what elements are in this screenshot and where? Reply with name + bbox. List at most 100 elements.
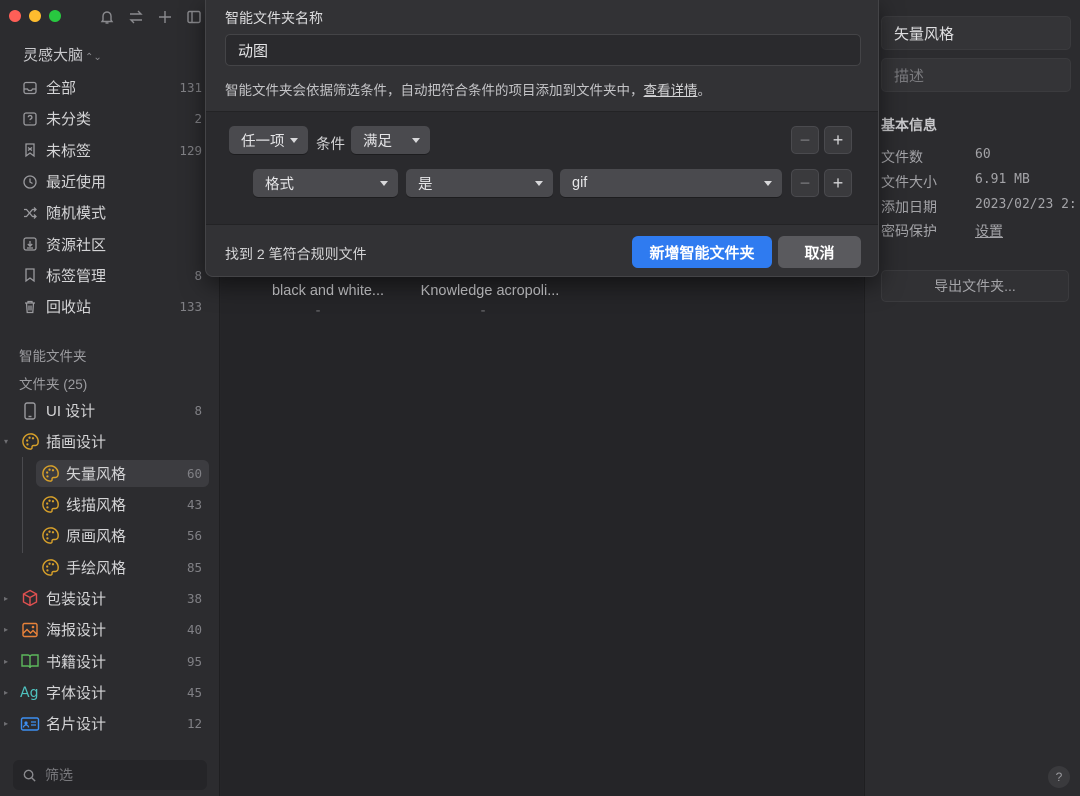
folder-count: 85 xyxy=(186,559,202,575)
remove-rule-button[interactable]: − xyxy=(791,169,819,197)
smart-folder-name-input[interactable]: 动图 xyxy=(225,34,861,66)
font-icon: Ag xyxy=(20,682,40,702)
basic-info-title: 基本信息 xyxy=(881,117,937,133)
folder-item[interactable]: 线描风格 43 xyxy=(0,489,220,520)
filter-input[interactable]: 筛选 xyxy=(13,760,207,790)
clock-icon xyxy=(21,173,39,191)
folder-count: 12 xyxy=(186,716,202,732)
svg-text:Ag: Ag xyxy=(20,685,38,701)
info-value: 2023/02/23 2: xyxy=(975,197,1077,212)
folder-item[interactable]: ▸ 书籍设计 95 xyxy=(0,645,220,676)
select-value: 满足 xyxy=(363,133,392,150)
chevron-right-icon[interactable]: ▸ xyxy=(4,688,14,697)
folders-title[interactable]: 文件夹 (25) xyxy=(19,373,87,393)
rule-operator-select[interactable]: 是 xyxy=(406,169,553,197)
nav-item-label: 未分类 xyxy=(46,111,92,129)
rule-value-select[interactable]: gif xyxy=(560,169,782,197)
export-folder-button[interactable]: 导出文件夹... xyxy=(881,270,1069,302)
search-icon xyxy=(23,769,36,782)
app-window: 灵感大脑 ⌃⌄ 全部 131 未分类 2 未标签 129 最近使用随机模式资源社区标签管理 8 回… xyxy=(0,0,1080,796)
learn-more-link[interactable]: 查看详情 xyxy=(644,83,698,98)
info-row-date-added: 添加日期 2023/02/23 2: xyxy=(881,197,1080,217)
folder-count: 8 xyxy=(194,403,202,419)
nav-item-label: 最近使用 xyxy=(46,174,107,192)
sidebar-nav-item[interactable]: 回收站 133 xyxy=(0,291,220,322)
box-icon xyxy=(20,588,40,608)
sidebar: 灵感大脑 ⌃⌄ 全部 131 未分类 2 未标签 129 最近使用随机模式资源社区标签管理 8 回… xyxy=(0,0,220,796)
chevron-right-icon[interactable]: ▸ xyxy=(4,657,14,666)
card-title[interactable]: black and white... xyxy=(263,283,393,299)
add-icon[interactable] xyxy=(156,6,173,28)
palette-icon xyxy=(20,432,40,452)
rule-field-select[interactable]: 格式 xyxy=(253,169,398,197)
library-title: 灵感大脑 xyxy=(23,47,84,64)
chevron-down-icon[interactable]: ▾ xyxy=(4,437,14,446)
window-controls xyxy=(9,10,61,22)
match-mode-select[interactable]: 满足 xyxy=(351,126,430,154)
sidebar-nav-item[interactable]: 全部 131 xyxy=(0,72,220,103)
bookmark-icon xyxy=(21,266,39,284)
card-subtitle: - xyxy=(315,303,321,319)
help-button[interactable]: ? xyxy=(1048,766,1070,788)
caret-down-icon xyxy=(535,180,543,186)
chevron-right-icon[interactable]: ▸ xyxy=(4,719,14,728)
maximize-window-button[interactable] xyxy=(49,10,61,22)
match-any-select[interactable]: 任一项 xyxy=(229,126,308,154)
card-subtitle: - xyxy=(480,303,486,319)
chevron-right-icon[interactable]: ▸ xyxy=(4,625,14,634)
folder-item[interactable]: ▾ 插画设计 xyxy=(0,426,220,457)
create-smart-folder-button[interactable]: 新增智能文件夹 xyxy=(632,236,772,268)
sync-icon[interactable] xyxy=(127,6,144,28)
sidebar-nav-item[interactable]: 未标签 129 xyxy=(0,135,220,166)
add-group-button[interactable]: + xyxy=(824,126,852,154)
folder-label: 矢量风格 xyxy=(66,465,127,483)
chevron-right-icon[interactable]: ▸ xyxy=(4,594,14,603)
caret-down-icon xyxy=(290,137,298,143)
info-row-password: 密码保护 设置 xyxy=(881,221,1080,241)
sidebar-nav-item[interactable]: 最近使用 xyxy=(0,166,220,197)
card-icon xyxy=(20,714,40,734)
remove-group-button[interactable]: − xyxy=(791,126,819,154)
folder-count: 56 xyxy=(186,528,202,544)
sidebar-toggle-icon[interactable] xyxy=(185,6,202,28)
minimize-window-button[interactable] xyxy=(29,10,41,22)
sidebar-nav-item[interactable]: 随机模式 xyxy=(0,197,220,228)
folder-item[interactable]: 矢量风格 60 xyxy=(0,458,220,489)
condition-label: 条件 xyxy=(316,137,345,153)
set-password-link[interactable]: 设置 xyxy=(975,221,1003,241)
nav-item-label: 随机模式 xyxy=(46,205,107,223)
folder-label: 包装设计 xyxy=(46,590,107,608)
name-label: 智能文件夹名称 xyxy=(225,10,323,26)
library-switcher[interactable]: 灵感大脑 ⌃⌄ xyxy=(23,44,102,65)
folder-item[interactable]: ▸ Ag 字体设计 45 xyxy=(0,677,220,708)
folder-item[interactable]: 手绘风格 85 xyxy=(0,551,220,582)
smart-folders-title[interactable]: 智能文件夹 xyxy=(19,345,87,365)
folder-item[interactable]: ▸ 海报设计 40 xyxy=(0,614,220,645)
folder-label: 书籍设计 xyxy=(46,653,107,671)
folder-count: 95 xyxy=(186,653,202,669)
caret-down-icon xyxy=(764,180,772,186)
folder-item[interactable]: UI 设计 8 xyxy=(0,395,220,426)
nav-item-label: 资源社区 xyxy=(46,236,107,254)
caret-down-icon xyxy=(412,137,420,143)
folder-item[interactable]: 原画风格 56 xyxy=(0,520,220,551)
info-value: 60 xyxy=(975,147,991,162)
sidebar-nav-item[interactable]: 资源社区 xyxy=(0,228,220,259)
card-title[interactable]: Knowledge acropoli... xyxy=(409,283,571,299)
folder-item[interactable]: ▸ 包装设计 38 xyxy=(0,583,220,614)
folder-count: 45 xyxy=(186,684,202,700)
close-window-button[interactable] xyxy=(9,10,21,22)
cancel-button[interactable]: 取消 xyxy=(778,236,861,268)
folder-name-field[interactable]: 矢量风格 xyxy=(881,16,1071,50)
sidebar-nav-item[interactable]: 未分类 2 xyxy=(0,103,220,134)
sidebar-nav-item[interactable]: 标签管理 8 xyxy=(0,260,220,291)
description-field[interactable]: 描述 xyxy=(881,58,1071,92)
folder-item[interactable]: ▸ 名片设计 12 xyxy=(0,708,220,739)
add-rule-button[interactable]: + xyxy=(824,169,852,197)
caret-down-icon xyxy=(380,180,388,186)
smart-folder-dialog: 智能文件夹名称 动图 智能文件夹会依据筛选条件，自动把符合条件的项目添加到文件夹… xyxy=(205,0,879,277)
nav-item-count: 131 xyxy=(179,80,202,96)
select-value: 是 xyxy=(418,176,433,193)
info-key: 密码保护 xyxy=(881,223,937,239)
bell-icon[interactable] xyxy=(98,6,115,28)
